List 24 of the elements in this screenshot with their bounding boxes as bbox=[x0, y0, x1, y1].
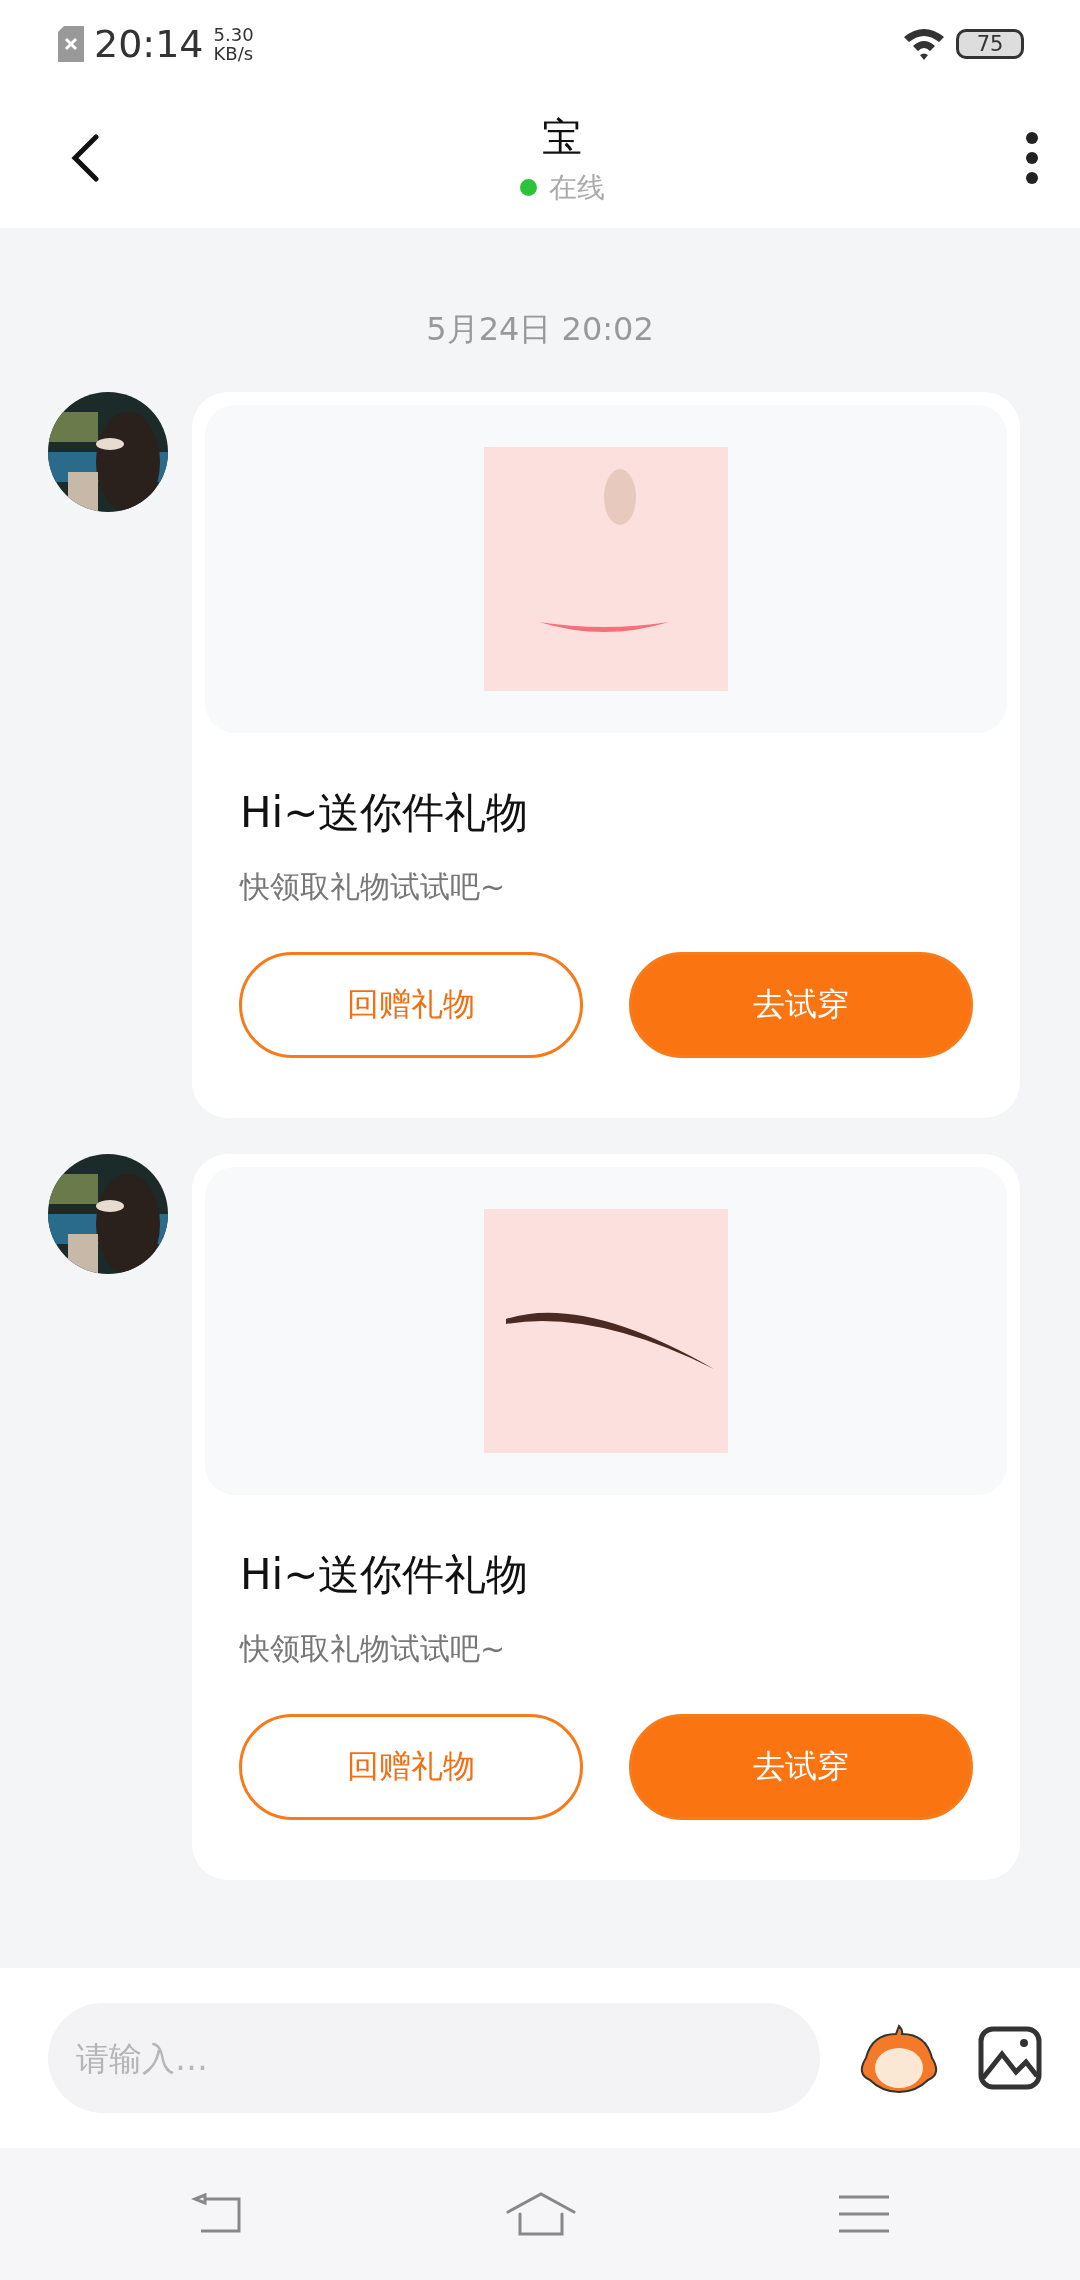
gift-subtitle: 快领取礼物试试吧~ bbox=[240, 1630, 507, 1668]
return-gift-button[interactable]: 回赠礼物 bbox=[239, 1714, 583, 1820]
status-time: 20:14 bbox=[94, 22, 204, 66]
message-date: 5月24日 20:02 bbox=[426, 309, 654, 350]
try-on-button[interactable]: 去试穿 bbox=[629, 952, 973, 1058]
gift-subtitle: 快领取礼物试试吧~ bbox=[240, 868, 507, 906]
nav-back-icon[interactable] bbox=[191, 2193, 244, 2235]
network-speed: 5.30 bbox=[213, 25, 254, 44]
sim-icon bbox=[58, 26, 84, 62]
chat-title: 宝 bbox=[542, 112, 582, 162]
nav-menu-icon[interactable] bbox=[838, 2195, 889, 2233]
image-icon[interactable] bbox=[978, 2026, 1042, 2090]
back-icon[interactable] bbox=[70, 134, 100, 182]
try-on-button[interactable]: 去试穿 bbox=[629, 1714, 973, 1820]
speed-unit: KB/s bbox=[213, 44, 254, 63]
wifi-icon bbox=[902, 27, 946, 61]
battery-level: 75 bbox=[956, 29, 1024, 59]
more-icon[interactable] bbox=[1024, 131, 1040, 185]
nav-home-icon[interactable] bbox=[506, 2192, 576, 2236]
return-gift-button[interactable]: 回赠礼物 bbox=[239, 952, 583, 1058]
gift-title: Hi~送你件礼物 bbox=[240, 787, 530, 839]
message-input[interactable]: 请输入… bbox=[48, 2003, 820, 2113]
online-status: 在线 bbox=[548, 169, 605, 206]
gift-title: Hi~送你件礼物 bbox=[240, 1549, 530, 1601]
